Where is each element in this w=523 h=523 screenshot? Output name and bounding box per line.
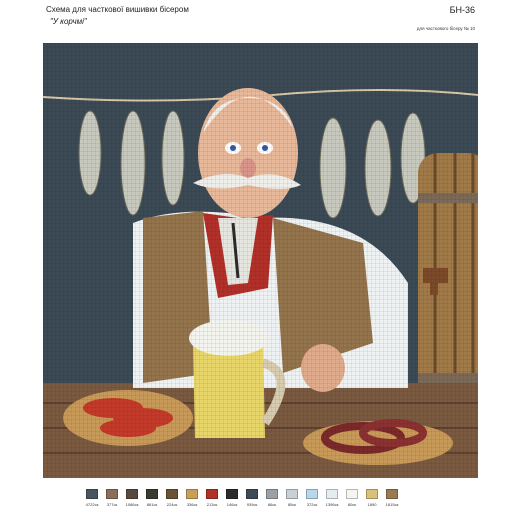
color-chip xyxy=(86,489,98,499)
legend-swatch: 1086ск xyxy=(124,489,140,507)
legend-swatch: 86ск xyxy=(264,489,280,507)
bead-code-label: 1890 xyxy=(367,502,377,507)
color-chip xyxy=(386,489,398,499)
color-chip xyxy=(286,489,298,499)
legend-swatch: 224ск xyxy=(164,489,180,507)
pattern-code: БН-36 xyxy=(449,5,475,15)
legend-swatch: 336ск xyxy=(184,489,200,507)
legend-swatch: 1396ск xyxy=(324,489,340,507)
color-chip xyxy=(346,489,358,499)
header-subtitle: "У корчмі" xyxy=(50,17,87,26)
embroidery-picture xyxy=(43,43,478,478)
legend-swatch: 1815ск xyxy=(384,489,400,507)
legend-swatch: 213ск xyxy=(204,489,220,507)
header-title: Схема для часткової вишивки бісером xyxy=(46,5,189,14)
legend-swatch: 939ск xyxy=(244,489,260,507)
bead-code-label: 336ск xyxy=(186,502,198,507)
bead-code-label: 1396ск xyxy=(325,502,339,507)
color-chip xyxy=(266,489,278,499)
bead-code-label: 85ск xyxy=(287,502,297,507)
legend-swatch: 861ск xyxy=(144,489,160,507)
color-chip xyxy=(106,489,118,499)
bead-note: для часткового бісеру № 10 xyxy=(416,26,475,31)
legend-swatch: 1890 xyxy=(364,489,380,507)
legend-swatch: 146ск xyxy=(224,489,240,507)
legend-swatch: 372ск xyxy=(304,489,320,507)
color-chip xyxy=(146,489,158,499)
bead-code-label: 213ск xyxy=(206,502,218,507)
bead-code-label: 1815ск xyxy=(385,502,399,507)
legend-swatch: 80ск xyxy=(344,489,360,507)
bead-code-label: 80ск xyxy=(347,502,357,507)
color-chip xyxy=(306,489,318,499)
color-chip xyxy=(166,489,178,499)
color-chip xyxy=(366,489,378,499)
bead-code-label: 224ск xyxy=(166,502,178,507)
bead-code-label: 4722ск xyxy=(85,502,99,507)
legend-swatch: 4722ск xyxy=(84,489,100,507)
bead-code-label: 939ск xyxy=(246,502,258,507)
bead-code-label: 372ск xyxy=(306,502,318,507)
color-chip xyxy=(126,489,138,499)
bead-code-label: 861ск xyxy=(146,502,158,507)
color-chip xyxy=(326,489,338,499)
bead-code-label: 1086ск xyxy=(125,502,139,507)
legend-swatch: 85ск xyxy=(284,489,300,507)
color-chip xyxy=(226,489,238,499)
bead-code-label: 377ск xyxy=(106,502,118,507)
tavern-scene-illustration xyxy=(43,43,478,478)
bead-color-legend: 4722ск 377ск 1086ск 861ск 224ск 336ск 213ск 146… xyxy=(84,489,444,507)
legend-swatch: 377ск xyxy=(104,489,120,507)
bead-code-label: 146ск xyxy=(226,502,238,507)
color-chip xyxy=(246,489,258,499)
color-chip xyxy=(186,489,198,499)
color-chip xyxy=(206,489,218,499)
bead-code-label: 86ск xyxy=(267,502,277,507)
